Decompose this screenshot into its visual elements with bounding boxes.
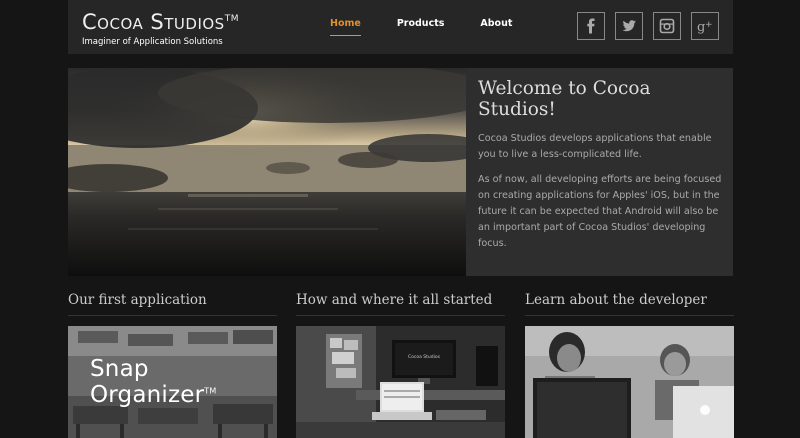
facebook-button[interactable]	[577, 12, 605, 40]
developer-image[interactable]	[525, 326, 734, 438]
column-first-app: Our first application Snap OrganizerTM	[68, 292, 277, 438]
snap-organizer-image[interactable]: Snap OrganizerTM	[68, 326, 277, 438]
social-links: g +	[577, 12, 719, 40]
snap-organizer-label: Snap OrganizerTM	[90, 356, 217, 408]
facebook-icon	[587, 18, 595, 34]
workspace-image[interactable]: Cocoa Studios	[296, 326, 505, 438]
site-header: Cocoa StudiosTM Imaginer of Application …	[68, 0, 733, 54]
hero-image	[68, 68, 466, 276]
column-title: Our first application	[68, 292, 277, 316]
monitor-screen-text: Cocoa Studios	[408, 354, 441, 360]
logo-title: Cocoa StudiosTM	[82, 10, 239, 34]
column-title: How and where it all started	[296, 292, 505, 316]
twitter-button[interactable]	[615, 12, 643, 40]
twitter-icon	[622, 20, 636, 32]
column-origins: How and where it all started Cocoa Studi…	[296, 292, 505, 438]
nav-home[interactable]: Home	[330, 18, 361, 36]
nav-products[interactable]: Products	[397, 18, 445, 36]
google-plus-button[interactable]: g +	[691, 12, 719, 40]
logo-tm: TM	[224, 14, 239, 24]
instagram-button[interactable]	[653, 12, 681, 40]
column-developer: Learn about the developer	[525, 292, 734, 438]
hero-text: Welcome to Cocoa Studios! Cocoa Studios …	[478, 78, 723, 261]
instagram-icon	[659, 18, 675, 34]
hero-paragraph-2: As of now, all developing efforts are be…	[478, 174, 722, 249]
nav-about[interactable]: About	[480, 18, 512, 36]
logo[interactable]: Cocoa StudiosTM Imaginer of Application …	[82, 8, 239, 47]
hero-section: Welcome to Cocoa Studios! Cocoa Studios …	[68, 68, 733, 276]
svg-text:+: +	[705, 20, 713, 30]
column-title: Learn about the developer	[525, 292, 734, 316]
hero-paragraph-1: Cocoa Studios develops applications that…	[478, 133, 712, 160]
main-nav: Home Products About	[330, 18, 548, 36]
hero-title: Welcome to Cocoa Studios!	[478, 78, 651, 120]
logo-tagline: Imaginer of Application Solutions	[82, 37, 223, 47]
google-plus-icon: g +	[697, 20, 713, 34]
